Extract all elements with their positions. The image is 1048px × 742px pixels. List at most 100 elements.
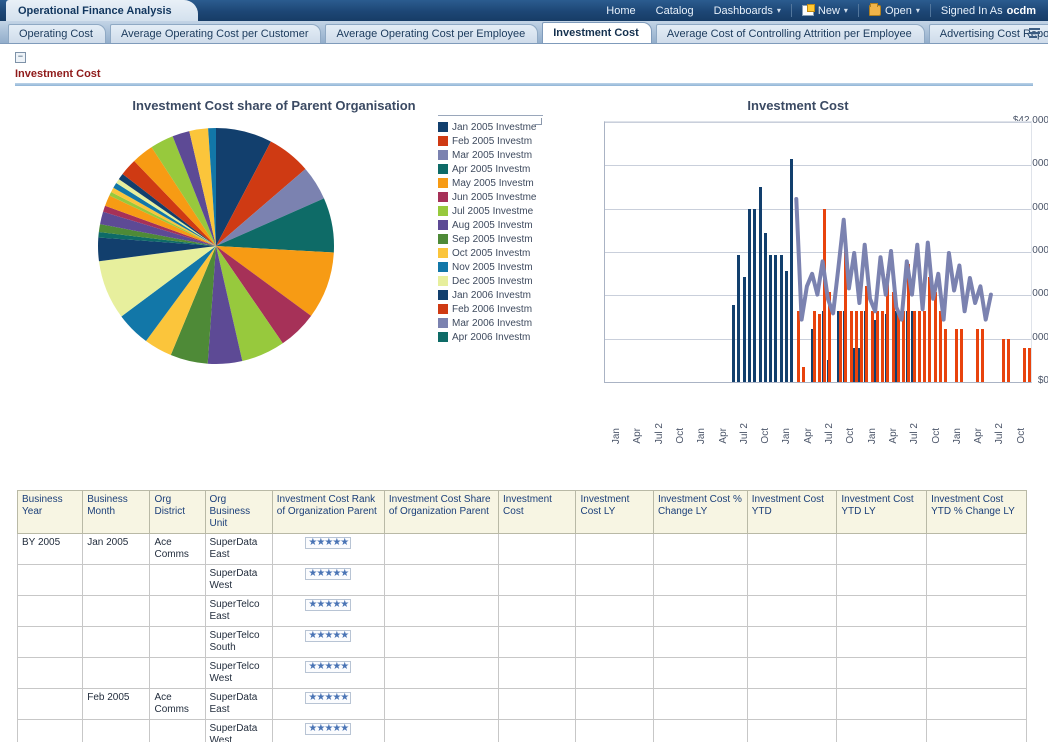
x-axis-tick: Jul 2 <box>909 423 920 444</box>
nav-dashboards[interactable]: Dashboards ▾ <box>704 0 791 21</box>
nav-open[interactable]: Open ▾ <box>859 0 930 21</box>
x-axis-labels: JanAprJul 2OctJanAprJul 2OctJanAprJul 2O… <box>605 384 1033 444</box>
legend-swatch <box>438 234 448 244</box>
table-cell-ytd-ly <box>837 720 927 742</box>
table-cell-unit: SuperData East <box>205 689 272 720</box>
legend-item[interactable]: May 2005 Investm <box>438 176 543 190</box>
legend-item[interactable]: Jan 2006 Investm <box>438 288 543 302</box>
signed-in-as[interactable]: Signed In As ocdm <box>931 0 1046 21</box>
legend-item[interactable]: Mar 2006 Investm <box>438 316 543 330</box>
legend-item[interactable]: Dec 2005 Investm <box>438 274 543 288</box>
legend-item[interactable]: Jul 2005 Investme <box>438 204 543 218</box>
legend-item[interactable]: Apr 2006 Investm <box>438 330 543 344</box>
pie-chart-svg[interactable] <box>91 121 341 371</box>
legend-label: Apr 2006 Investm <box>452 332 530 343</box>
nav-catalog-label: Catalog <box>656 5 694 17</box>
table-cell-pct-change-ly <box>653 720 747 742</box>
tab-avg-operating-cost-per-customer[interactable]: Average Operating Cost per Customer <box>110 24 322 43</box>
rating-stars: ★★★★★ <box>305 537 351 549</box>
table-cell-pct-change-ly <box>653 596 747 627</box>
percent-change-line[interactable] <box>796 199 991 320</box>
table-cell-district <box>150 627 205 658</box>
table-cell-rank: ★★★★★ <box>272 565 384 596</box>
dashboard-title-tab[interactable]: Operational Finance Analysis <box>6 0 198 21</box>
legend-label: Dec 2005 Investm <box>452 276 533 287</box>
table-column-header[interactable]: Investment Cost <box>499 491 576 534</box>
legend-item[interactable]: Oct 2005 Investm <box>438 246 543 260</box>
nav-catalog[interactable]: Catalog <box>646 0 704 21</box>
table-column-header[interactable]: Investment Cost YTD LY <box>837 491 927 534</box>
minus-icon: − <box>18 53 23 62</box>
table-cell-year <box>18 596 83 627</box>
table-cell-unit: SuperData West <box>205 720 272 742</box>
table-cell-unit: SuperTelco West <box>205 658 272 689</box>
table-cell-share <box>384 627 498 658</box>
x-axis-tick: Oct <box>760 428 771 444</box>
table-column-header[interactable]: Org Business Unit <box>205 491 272 534</box>
legend-item[interactable]: Jan 2005 Investme <box>438 120 543 134</box>
table-cell-ytd <box>747 627 837 658</box>
table-column-header[interactable]: Business Year <box>18 491 83 534</box>
table-cell-ytd-pct <box>927 627 1027 658</box>
tab-label: Average Cost of Controlling Attrition pe… <box>667 28 912 40</box>
table-header-row: Business YearBusiness MonthOrg DistrictO… <box>18 491 1027 534</box>
table-column-header[interactable]: Investment Cost YTD <box>747 491 837 534</box>
legend-label: Mar 2005 Investm <box>452 150 532 161</box>
table-body: BY 2005Jan 2005Ace CommsSuperData East★★… <box>18 534 1027 742</box>
legend-item[interactable]: Feb 2006 Investm <box>438 302 543 316</box>
tab-label: Average Operating Cost per Customer <box>121 28 309 40</box>
table-row: SuperTelco West★★★★★ <box>18 658 1027 689</box>
title-divider <box>15 83 1033 86</box>
x-axis-tick: Jan <box>952 428 963 444</box>
table-cell-ytd <box>747 534 837 565</box>
tab-avg-cost-controlling-attrition[interactable]: Average Cost of Controlling Attrition pe… <box>656 24 925 43</box>
legend-swatch <box>438 332 448 342</box>
tab-investment-cost[interactable]: Investment Cost <box>542 22 652 43</box>
table-cell-rank: ★★★★★ <box>272 596 384 627</box>
collapse-section-button[interactable]: − <box>15 52 26 63</box>
legend-item[interactable]: Aug 2005 Investm <box>438 218 543 232</box>
table-column-header[interactable]: Investment Cost Rank of Organization Par… <box>272 491 384 534</box>
table-column-header[interactable]: Investment Cost YTD % Change LY <box>927 491 1027 534</box>
table-cell-rank: ★★★★★ <box>272 720 384 742</box>
page-options-icon[interactable] <box>1026 25 1044 41</box>
table-cell-ytd-ly <box>837 596 927 627</box>
x-axis-tick: Jan <box>867 428 878 444</box>
legend-item[interactable]: Mar 2005 Investm <box>438 148 543 162</box>
global-nav: Home Catalog Dashboards ▾ New ▾ Open ▾ S… <box>596 0 1046 21</box>
rating-stars: ★★★★★ <box>305 599 351 611</box>
legend-label: Aug 2005 Investm <box>452 220 533 231</box>
section-header: − Investment Cost <box>15 52 1035 86</box>
x-axis-tick: Jul 2 <box>654 423 665 444</box>
x-axis-tick: Apr <box>803 428 814 444</box>
tab-operating-cost[interactable]: Operating Cost <box>8 24 106 43</box>
legend-label: Feb 2006 Investm <box>452 304 532 315</box>
table-cell-year <box>18 689 83 720</box>
table-column-header[interactable]: Investment Cost LY <box>576 491 653 534</box>
table-cell-ytd-ly <box>837 689 927 720</box>
pie-chart-title: Investment Cost share of Parent Organisa… <box>1 92 547 113</box>
table-column-header[interactable]: Org District <box>150 491 205 534</box>
legend-item[interactable]: Jun 2005 Investme <box>438 190 543 204</box>
table-column-header[interactable]: Investment Cost % Change LY <box>653 491 747 534</box>
table-cell-rank: ★★★★★ <box>272 534 384 565</box>
chevron-down-icon: ▾ <box>844 6 848 15</box>
legend-item[interactable]: Nov 2005 Investm <box>438 260 543 274</box>
legend-swatch <box>438 290 448 300</box>
nav-dashboards-label: Dashboards <box>714 5 773 17</box>
legend-swatch <box>438 248 448 258</box>
legend-item[interactable]: Sep 2005 Investm <box>438 232 543 246</box>
table-column-header[interactable]: Business Month <box>83 491 150 534</box>
table-column-header[interactable]: Investment Cost Share of Organization Pa… <box>384 491 498 534</box>
legend-label: Jul 2005 Investme <box>452 206 533 217</box>
x-axis-tick: Jul 2 <box>739 423 750 444</box>
tab-avg-operating-cost-per-employee[interactable]: Average Operating Cost per Employee <box>325 24 538 43</box>
legend-swatch <box>438 276 448 286</box>
nav-new[interactable]: New ▾ <box>792 0 858 21</box>
legend-resize-handle[interactable] <box>535 118 542 125</box>
nav-home[interactable]: Home <box>596 0 645 21</box>
star-glyphs: ★★★★★ <box>308 630 348 641</box>
legend-item[interactable]: Apr 2005 Investm <box>438 162 543 176</box>
legend-item[interactable]: Feb 2005 Investm <box>438 134 543 148</box>
bar-chart-plot[interactable] <box>604 121 1032 383</box>
